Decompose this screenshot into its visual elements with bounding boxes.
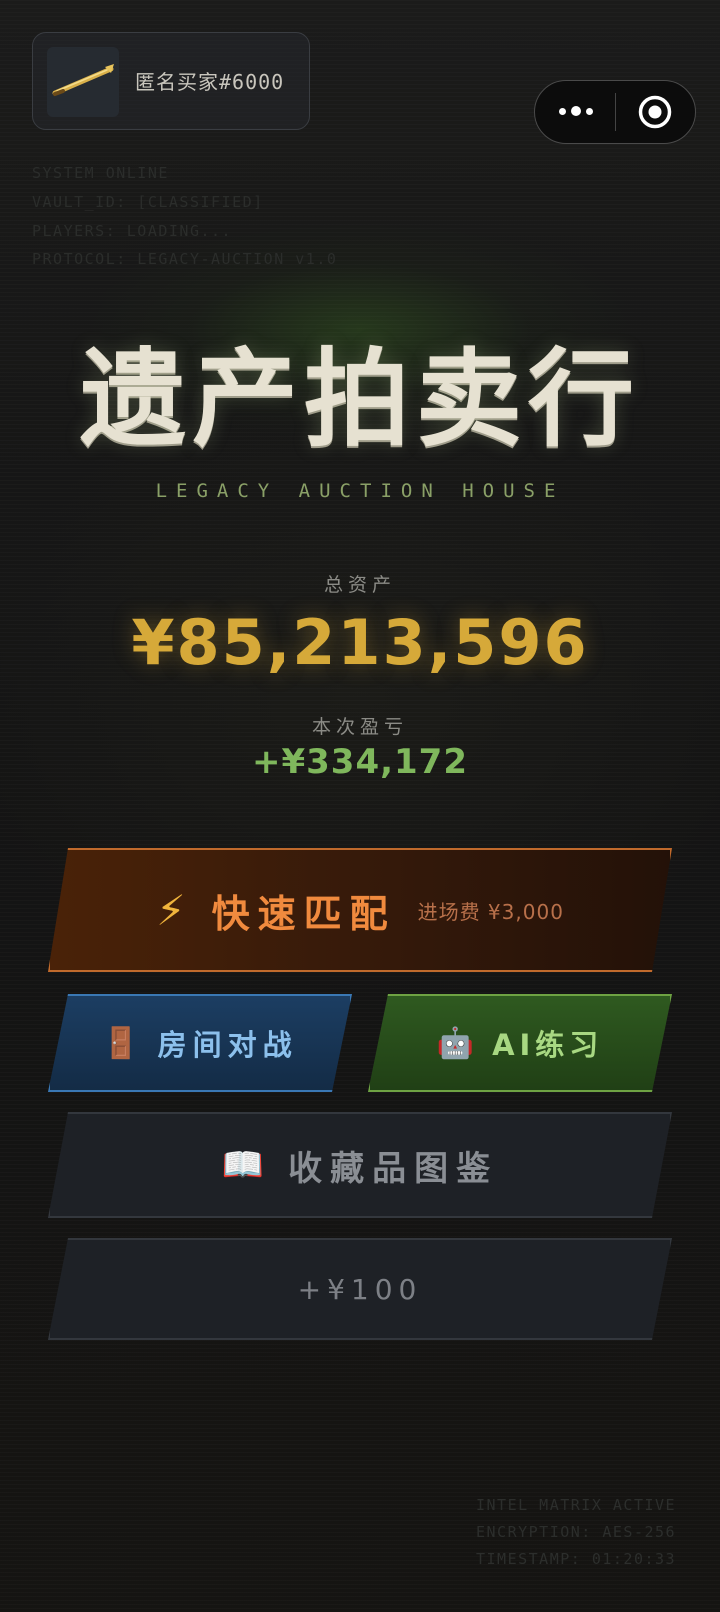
session-pnl-value: +¥334,172 <box>251 742 468 782</box>
bonus-amount-label: +¥100 <box>297 1272 423 1306</box>
quick-match-button[interactable]: ⚡ 快速匹配 进场费 ¥3,000 <box>48 848 672 972</box>
ai-practice-button[interactable]: 🤖 AI练习 <box>368 994 672 1092</box>
user-profile-chip[interactable]: 匿名买家#6000 <box>32 32 310 130</box>
door-icon: 🚪 <box>102 1025 140 1061</box>
miniprogram-capsule <box>534 80 696 144</box>
system-vault-line: VAULT_ID: [CLASSIFIED] <box>32 193 264 211</box>
page-subtitle: LEGACY AUCTION HOUSE <box>155 480 565 502</box>
session-pnl-label: 本次盈亏 <box>311 716 408 738</box>
bonus-claim-button[interactable]: +¥100 <box>48 1238 672 1340</box>
room-battle-button[interactable]: 🚪 房间对战 <box>48 994 352 1092</box>
capsule-divider <box>615 93 616 131</box>
background <box>0 0 720 1612</box>
total-assets-label: 总资产 <box>323 574 396 596</box>
collection-guide-button[interactable]: 📖 收藏品图鉴 <box>48 1112 672 1218</box>
system-protocol-line: PROTOCOL: LEGACY-AUCTION v1.0 <box>32 250 338 268</box>
system-status-line: SYSTEM ONLINE <box>32 164 169 182</box>
quick-match-label: 快速匹配 <box>211 891 396 936</box>
open-book-icon: 📖 <box>221 1145 265 1185</box>
footer-timestamp-line: TIMESTAMP: 01:20:33 <box>476 1550 677 1568</box>
target-close-icon[interactable] <box>637 94 673 130</box>
more-dots-icon[interactable] <box>535 81 615 142</box>
golden-pen-icon <box>52 64 114 96</box>
entry-fee-label: 进场费 ¥3,000 <box>417 899 564 924</box>
robot-icon: 🤖 <box>436 1025 475 1061</box>
footer-encryption-line: ENCRYPTION: AES-256 <box>476 1523 677 1541</box>
collection-guide-label: 收藏品图鉴 <box>288 1148 499 1189</box>
total-assets-value: ¥85,213,596 <box>131 606 589 679</box>
system-players-line: PLAYERS: LOADING... <box>32 222 233 240</box>
avatar <box>47 47 119 117</box>
room-battle-label: 房间对战 <box>157 1028 298 1062</box>
ai-practice-label: AI练习 <box>492 1028 604 1062</box>
footer-intel-line: INTEL MATRIX ACTIVE <box>476 1496 677 1514</box>
username: 匿名买家#6000 <box>135 70 285 94</box>
page-title: 遗产拍卖行 <box>80 338 640 461</box>
lightning-icon: ⚡ <box>156 885 186 935</box>
